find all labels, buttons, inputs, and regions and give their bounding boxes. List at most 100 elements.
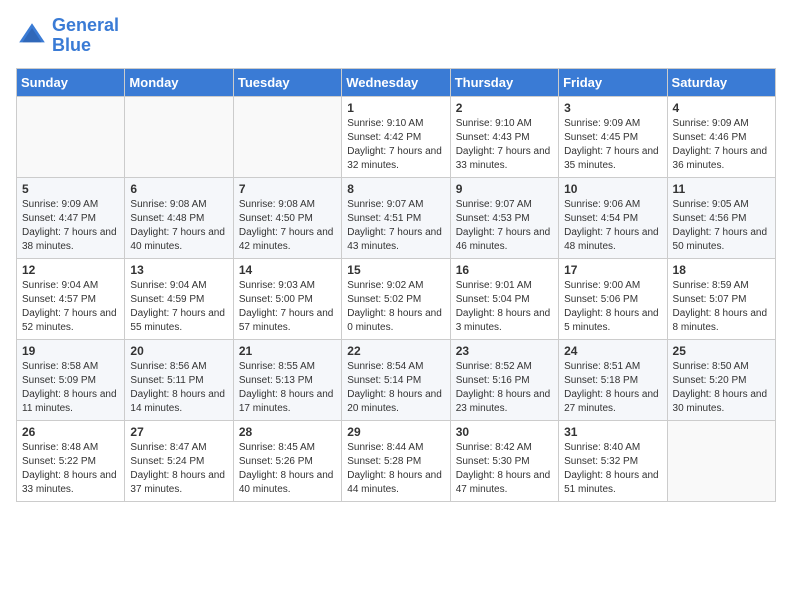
day-detail: Sunrise: 8:50 AM Sunset: 5:20 PM Dayligh… bbox=[673, 360, 770, 416]
day-number: 2 bbox=[456, 101, 553, 115]
day-detail: Sunrise: 9:02 AM Sunset: 5:02 PM Dayligh… bbox=[347, 279, 444, 335]
calendar-day: 31Sunrise: 8:40 AM Sunset: 5:32 PM Dayli… bbox=[559, 420, 667, 501]
header-day: Sunday bbox=[17, 68, 125, 96]
calendar-day bbox=[17, 96, 125, 177]
calendar-day: 13 Sunrise: 9:04 AM Sunset: 4:59 PM Dayli… bbox=[125, 258, 233, 339]
day-number: 26 bbox=[22, 425, 119, 439]
day-detail: Sunrise: 9:06 AM Sunset: 4:54 PM Dayligh… bbox=[564, 198, 661, 254]
header-day: Wednesday bbox=[342, 68, 450, 96]
day-detail: Sunrise: 8:55 AM Sunset: 5:13 PM Dayligh… bbox=[239, 360, 336, 416]
calendar-day: 14 Sunrise: 9:03 AM Sunset: 5:00 PM Dayli… bbox=[233, 258, 341, 339]
day-detail: Sunrise: 8:56 AM Sunset: 5:11 PM Dayligh… bbox=[130, 360, 227, 416]
calendar-day bbox=[667, 420, 775, 501]
calendar-day: 3 Sunrise: 9:09 AM Sunset: 4:45 PM Daylig… bbox=[559, 96, 667, 177]
day-detail: Sunrise: 8:51 AM Sunset: 5:18 PM Dayligh… bbox=[564, 360, 661, 416]
day-number: 13 bbox=[130, 263, 227, 277]
calendar-day: 11 Sunrise: 9:05 AM Sunset: 4:56 PM Dayli… bbox=[667, 177, 775, 258]
day-detail: Sunrise: 9:09 AM Sunset: 4:47 PM Dayligh… bbox=[22, 198, 119, 254]
day-detail: Sunrise: 8:47 AM Sunset: 5:24 PM Dayligh… bbox=[130, 441, 227, 497]
calendar-day: 12 Sunrise: 9:04 AM Sunset: 4:57 PM Dayli… bbox=[17, 258, 125, 339]
calendar-week: 26 Sunrise: 8:48 AM Sunset: 5:22 PM Dayli… bbox=[17, 420, 776, 501]
calendar-day: 18Sunrise: 8:59 AM Sunset: 5:07 PM Dayli… bbox=[667, 258, 775, 339]
day-number: 15 bbox=[347, 263, 444, 277]
day-number: 30 bbox=[456, 425, 553, 439]
day-number: 1 bbox=[347, 101, 444, 115]
day-number: 5 bbox=[22, 182, 119, 196]
day-detail: Sunrise: 9:01 AM Sunset: 5:04 PM Dayligh… bbox=[456, 279, 553, 335]
calendar-day: 26 Sunrise: 8:48 AM Sunset: 5:22 PM Dayli… bbox=[17, 420, 125, 501]
day-number: 29 bbox=[347, 425, 444, 439]
day-detail: Sunrise: 9:08 AM Sunset: 4:50 PM Dayligh… bbox=[239, 198, 336, 254]
header-day: Saturday bbox=[667, 68, 775, 96]
calendar-day: 15 Sunrise: 9:02 AM Sunset: 5:02 PM Dayli… bbox=[342, 258, 450, 339]
calendar-day: 28 Sunrise: 8:45 AM Sunset: 5:26 PM Dayli… bbox=[233, 420, 341, 501]
day-number: 8 bbox=[347, 182, 444, 196]
day-number: 24 bbox=[564, 344, 661, 358]
day-detail: Sunrise: 8:45 AM Sunset: 5:26 PM Dayligh… bbox=[239, 441, 336, 497]
day-number: 9 bbox=[456, 182, 553, 196]
day-detail: Sunrise: 9:10 AM Sunset: 4:42 PM Dayligh… bbox=[347, 117, 444, 173]
calendar-day: 16 Sunrise: 9:01 AM Sunset: 5:04 PM Dayli… bbox=[450, 258, 558, 339]
day-number: 28 bbox=[239, 425, 336, 439]
day-number: 20 bbox=[130, 344, 227, 358]
day-number: 16 bbox=[456, 263, 553, 277]
day-detail: Sunrise: 8:54 AM Sunset: 5:14 PM Dayligh… bbox=[347, 360, 444, 416]
calendar-day: 20 Sunrise: 8:56 AM Sunset: 5:11 PM Dayli… bbox=[125, 339, 233, 420]
day-number: 10 bbox=[564, 182, 661, 196]
day-number: 4 bbox=[673, 101, 770, 115]
day-detail: Sunrise: 9:04 AM Sunset: 4:59 PM Dayligh… bbox=[130, 279, 227, 335]
calendar-day: 4Sunrise: 9:09 AM Sunset: 4:46 PM Daylig… bbox=[667, 96, 775, 177]
day-detail: Sunrise: 9:05 AM Sunset: 4:56 PM Dayligh… bbox=[673, 198, 770, 254]
calendar-day: 1 Sunrise: 9:10 AM Sunset: 4:42 PM Daylig… bbox=[342, 96, 450, 177]
day-number: 3 bbox=[564, 101, 661, 115]
day-number: 17 bbox=[564, 263, 661, 277]
day-detail: Sunrise: 8:42 AM Sunset: 5:30 PM Dayligh… bbox=[456, 441, 553, 497]
header-row: SundayMondayTuesdayWednesdayThursdayFrid… bbox=[17, 68, 776, 96]
calendar-week: 5 Sunrise: 9:09 AM Sunset: 4:47 PM Daylig… bbox=[17, 177, 776, 258]
calendar-day: 25 Sunrise: 8:50 AM Sunset: 5:20 PM Dayli… bbox=[667, 339, 775, 420]
day-detail: Sunrise: 8:48 AM Sunset: 5:22 PM Dayligh… bbox=[22, 441, 119, 497]
day-number: 31 bbox=[564, 425, 661, 439]
day-number: 7 bbox=[239, 182, 336, 196]
day-number: 25 bbox=[673, 344, 770, 358]
calendar-day: 6Sunrise: 9:08 AM Sunset: 4:48 PM Daylig… bbox=[125, 177, 233, 258]
day-number: 12 bbox=[22, 263, 119, 277]
day-number: 19 bbox=[22, 344, 119, 358]
day-detail: Sunrise: 9:09 AM Sunset: 4:45 PM Dayligh… bbox=[564, 117, 661, 173]
day-detail: Sunrise: 8:52 AM Sunset: 5:16 PM Dayligh… bbox=[456, 360, 553, 416]
page-header: General Blue bbox=[16, 16, 776, 56]
calendar-day: 21Sunrise: 8:55 AM Sunset: 5:13 PM Dayli… bbox=[233, 339, 341, 420]
day-detail: Sunrise: 9:10 AM Sunset: 4:43 PM Dayligh… bbox=[456, 117, 553, 173]
day-detail: Sunrise: 9:07 AM Sunset: 4:51 PM Dayligh… bbox=[347, 198, 444, 254]
day-number: 6 bbox=[130, 182, 227, 196]
day-detail: Sunrise: 8:59 AM Sunset: 5:07 PM Dayligh… bbox=[673, 279, 770, 335]
calendar-header: SundayMondayTuesdayWednesdayThursdayFrid… bbox=[17, 68, 776, 96]
day-detail: Sunrise: 9:04 AM Sunset: 4:57 PM Dayligh… bbox=[22, 279, 119, 335]
logo: General Blue bbox=[16, 16, 119, 56]
header-day: Thursday bbox=[450, 68, 558, 96]
day-number: 14 bbox=[239, 263, 336, 277]
calendar-day bbox=[125, 96, 233, 177]
calendar-day: 23Sunrise: 8:52 AM Sunset: 5:16 PM Dayli… bbox=[450, 339, 558, 420]
calendar-day bbox=[233, 96, 341, 177]
calendar-day: 5 Sunrise: 9:09 AM Sunset: 4:47 PM Daylig… bbox=[17, 177, 125, 258]
calendar-body: 1 Sunrise: 9:10 AM Sunset: 4:42 PM Daylig… bbox=[17, 96, 776, 501]
header-day: Monday bbox=[125, 68, 233, 96]
calendar-table: SundayMondayTuesdayWednesdayThursdayFrid… bbox=[16, 68, 776, 502]
logo-icon bbox=[16, 20, 48, 52]
calendar-day: 27 Sunrise: 8:47 AM Sunset: 5:24 PM Dayli… bbox=[125, 420, 233, 501]
calendar-week: 1 Sunrise: 9:10 AM Sunset: 4:42 PM Daylig… bbox=[17, 96, 776, 177]
calendar-week: 12 Sunrise: 9:04 AM Sunset: 4:57 PM Dayli… bbox=[17, 258, 776, 339]
day-detail: Sunrise: 9:00 AM Sunset: 5:06 PM Dayligh… bbox=[564, 279, 661, 335]
day-detail: Sunrise: 9:03 AM Sunset: 5:00 PM Dayligh… bbox=[239, 279, 336, 335]
day-number: 11 bbox=[673, 182, 770, 196]
calendar-day: 29Sunrise: 8:44 AM Sunset: 5:28 PM Dayli… bbox=[342, 420, 450, 501]
day-number: 27 bbox=[130, 425, 227, 439]
calendar-day: 30 Sunrise: 8:42 AM Sunset: 5:30 PM Dayli… bbox=[450, 420, 558, 501]
calendar-day: 7 Sunrise: 9:08 AM Sunset: 4:50 PM Daylig… bbox=[233, 177, 341, 258]
header-day: Tuesday bbox=[233, 68, 341, 96]
calendar-day: 17 Sunrise: 9:00 AM Sunset: 5:06 PM Dayli… bbox=[559, 258, 667, 339]
day-number: 22 bbox=[347, 344, 444, 358]
calendar-day: 22 Sunrise: 8:54 AM Sunset: 5:14 PM Dayli… bbox=[342, 339, 450, 420]
header-day: Friday bbox=[559, 68, 667, 96]
